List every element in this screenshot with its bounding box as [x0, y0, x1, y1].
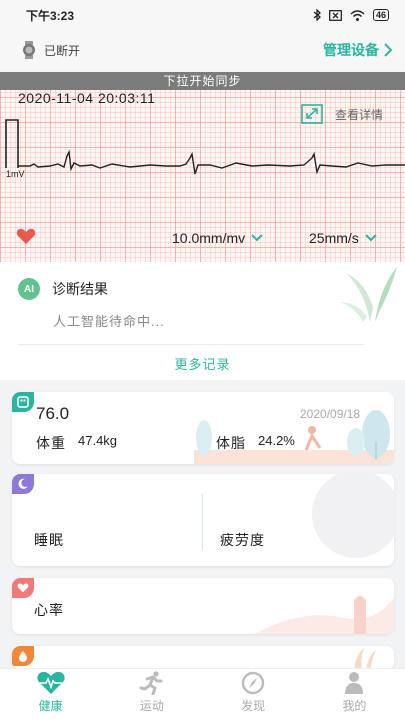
fat-value: 24.2%	[258, 433, 295, 448]
fatigue-label: 疲劳度	[220, 532, 265, 548]
gain-value: 10.0mm/mv	[172, 230, 246, 246]
drop-icon	[12, 646, 34, 666]
tab-sport[interactable]: 运动	[101, 669, 202, 720]
speed-value: 25mm/s	[309, 230, 359, 246]
body-tag-icon	[12, 392, 34, 412]
ecg-timestamp: 2020-11-04 20:03:11	[18, 90, 156, 106]
hills-illustration	[254, 596, 394, 634]
tab-sport-label: 运动	[139, 699, 164, 713]
moon-icon	[12, 474, 34, 494]
person-icon	[345, 672, 364, 694]
status-time: 下午3:23	[26, 8, 75, 23]
manage-device-button[interactable]: 管理设备	[323, 40, 393, 60]
moon-illustration	[312, 474, 394, 558]
diagnosis-title: 诊断结果	[52, 281, 108, 297]
ecg-waveform: 1mV	[5, 119, 405, 179]
device-status: 已断开	[22, 41, 80, 59]
bluetooth-icon	[313, 9, 321, 21]
heart-icon	[16, 228, 36, 244]
weight-value: 47.4kg	[78, 433, 118, 448]
heart-pulse-icon	[37, 671, 65, 694]
body-card[interactable]: 76.0 2020/09/18 体重 47.4kg 体脂 24.2%	[12, 392, 394, 464]
plant-illustration	[340, 267, 397, 322]
chevron-right-icon	[384, 43, 393, 57]
status-icons: 46	[313, 9, 389, 21]
divider	[202, 494, 203, 550]
battery-icon: 46	[372, 9, 389, 21]
watch-icon	[23, 41, 35, 59]
divider	[18, 344, 365, 345]
tab-discover[interactable]: 发现	[203, 669, 304, 720]
ecg-panel[interactable]: 下拉开始同步 2020-11-04 20:03:11 查看详情 1mV 10.0…	[0, 72, 405, 262]
fat-label: 体脂	[216, 435, 246, 451]
sleep-card[interactable]: 睡眠 疲劳度	[12, 474, 394, 566]
diagnosis-header: AI 诊断结果	[18, 278, 108, 300]
gain-selector[interactable]: 10.0mm/mv	[172, 230, 263, 246]
bottom-tab-bar: 健康 运动 发现 我的	[0, 668, 405, 720]
body-date: 2020/09/18	[300, 407, 361, 421]
chevron-down-icon	[365, 234, 377, 242]
tab-mine-label: 我的	[342, 699, 367, 713]
heart-tag-icon	[12, 578, 34, 598]
chevron-down-icon	[251, 234, 263, 242]
diagnosis-status: 人工智能待命中...	[53, 314, 165, 329]
compass-icon	[241, 671, 265, 695]
device-bar: 已断开 管理设备	[0, 30, 405, 70]
diagnosis-section: AI 诊断结果 人工智能待命中... 更多记录	[0, 262, 405, 380]
leaf-illustration	[354, 648, 376, 670]
wifi-icon	[350, 9, 365, 21]
heart-rate-card[interactable]: 心率	[12, 578, 394, 634]
more-records-link[interactable]: 更多记录	[0, 354, 405, 373]
tab-mine[interactable]: 我的	[304, 669, 405, 720]
speed-selector[interactable]: 25mm/s	[309, 230, 377, 246]
manage-device-label: 管理设备	[323, 42, 379, 58]
tab-discover-label: 发现	[241, 699, 266, 713]
heart-rate-label: 心率	[34, 602, 64, 618]
sync-banner: 下拉开始同步	[0, 72, 405, 90]
sleep-label: 睡眠	[34, 532, 64, 548]
running-icon	[139, 671, 163, 695]
weight-label: 体重	[36, 435, 66, 451]
status-bar: 下午3:23 46	[0, 0, 405, 30]
water-card[interactable]	[12, 646, 394, 670]
tab-health-label: 健康	[38, 699, 63, 713]
ai-badge: AI	[18, 278, 40, 300]
scale-label: 1mV	[6, 169, 25, 179]
sim-off-icon	[329, 9, 342, 21]
body-score: 76.0	[36, 404, 70, 423]
tab-health[interactable]: 健康	[0, 669, 101, 720]
connection-status: 已断开	[44, 43, 81, 58]
